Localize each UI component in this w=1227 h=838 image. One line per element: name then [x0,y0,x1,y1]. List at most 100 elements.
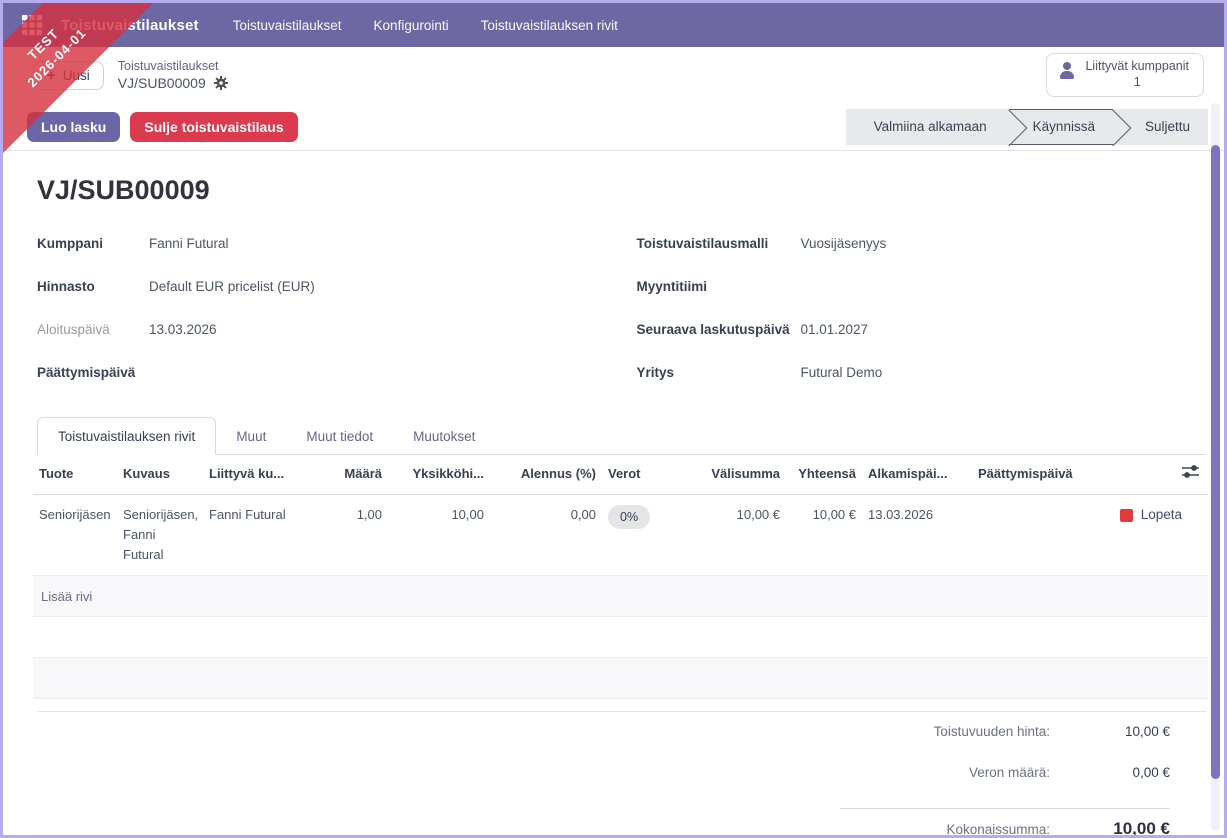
statusbar: Valmiina alkamaan Käynnissä Suljettu [845,108,1208,145]
tax-badge[interactable]: 0% [608,505,651,529]
app-window: Toistuvaistilaukset Toistuvaistilaukset … [0,0,1227,838]
stop-line-label: Lopeta [1140,507,1182,522]
col-header-tuote[interactable]: Tuote [33,455,117,493]
field-seuraava-laskutuspaiva-label: Seuraava laskutuspäivä [636,322,790,337]
grid-icon [22,15,42,35]
field-kumppani-value[interactable]: Fanni Futural [149,234,229,253]
col-header-verot[interactable]: Verot [602,455,690,493]
total-recurring-price-label: Toistuvuuden hinta: [933,724,1050,739]
field-hinnasto: Hinnasto Default EUR pricelist (EUR) [37,277,607,320]
total-tax-amount: Veron määrä: 0,00 € [840,765,1170,806]
control-panel: + Uusi Toistuvaistilaukset VJ/SUB00009 L… [3,47,1224,103]
field-toistuvaistilausmalli: Toistuvaistilausmalli Vuosijäsenyys [637,234,1207,277]
field-paattymispaiva: Päättymispäivä [37,363,607,406]
breadcrumb: Toistuvaistilaukset VJ/SUB00009 [118,58,228,92]
grand-total: Kokonaissumma: 10,00 € [840,808,1170,837]
cell-valisumma[interactable]: 10,00 € [690,495,786,535]
subscription-lines-table: Tuote Kuvaus Liittyvä ku... Määrä Yksikk… [33,455,1208,699]
field-seuraava-laskutuspaiva-value[interactable]: 01.01.2027 [801,320,869,339]
field-hinnasto-label: Hinnasto [37,279,95,294]
breadcrumb-parent-link[interactable]: Toistuvaistilaukset [118,58,228,74]
field-toistuvaistilausmalli-value[interactable]: Vuosijäsenyys [801,234,887,253]
menu-konfigurointi[interactable]: Konfigurointi [374,18,449,33]
grand-total-label: Kokonaissumma: [946,822,1050,837]
tab-muut-tiedot[interactable]: Muut tiedot [286,419,393,454]
total-tax-amount-value: 0,00 € [1132,765,1170,780]
field-myyntitiimi-label: Myyntitiimi [636,279,708,294]
col-header-liittyva[interactable]: Liittyvä ku... [203,455,300,493]
cell-paattymispaiva[interactable] [972,495,1090,515]
field-hinnasto-value[interactable]: Default EUR pricelist (EUR) [149,277,315,296]
tab-muutokset[interactable]: Muutokset [393,419,495,454]
total-recurring-price-value: 10,00 € [1124,724,1170,739]
apps-grid-icon[interactable] [19,12,45,38]
cell-alkamispaiva[interactable]: 13.03.2026 [862,495,972,535]
empty-row [33,617,1208,658]
stop-line-button[interactable]: Lopeta [1090,495,1208,535]
tab-toistuvaistilauksen-rivit[interactable]: Toistuvaistilauksen rivit [37,417,217,455]
field-aloituspaiva-label: Aloituspäivä [37,322,110,337]
col-header-kuvaus[interactable]: Kuvaus [117,455,203,493]
field-aloituspaiva-value[interactable]: 13.03.2026 [149,320,217,339]
cell-verot[interactable]: 0% [602,495,690,539]
table-row: Seniorijäsen Seniorijäsen, Fanni Futural… [33,495,1208,576]
cell-yhteensa[interactable]: 10,00 € [786,495,862,535]
scrollbar-thumb[interactable] [1211,145,1220,779]
top-navbar: Toistuvaistilaukset Toistuvaistilaukset … [3,3,1224,47]
field-myyntitiimi: Myyntitiimi [637,277,1207,320]
stop-square-icon [1119,508,1133,522]
create-invoice-button[interactable]: Luo lasku [27,111,121,142]
notebook-tabs: Toistuvaistilauksen rivit Muut Muut tied… [37,417,1206,455]
cell-tuote[interactable]: Seniorijäsen [33,495,117,535]
col-header-valisumma[interactable]: Välisumma [690,455,786,493]
status-step-kaynnissa-active[interactable]: Käynnissä [1008,108,1113,145]
col-header-yksikkohinta[interactable]: Yksikköhi... [388,455,490,493]
record-title: VJ/SUB00009 [37,175,210,205]
field-yritys: Yritys Futural Demo [637,363,1207,406]
menu-toistuvaistilauksen-rivit[interactable]: Toistuvaistilauksen rivit [481,18,618,33]
new-record-button[interactable]: + Uusi [33,60,104,90]
navbar-menus: Toistuvaistilaukset Konfigurointi Toistu… [233,18,618,33]
tab-muut[interactable]: Muut [216,419,286,454]
field-yritys-label: Yritys [636,365,675,380]
status-step-valmiina-alkamaan[interactable]: Valmiina alkamaan [860,109,1001,145]
form-sheet: VJ/SUB00009 Kumppani Fanni Futural Hinna… [3,151,1224,837]
breadcrumb-current: VJ/SUB00009 [117,75,206,92]
col-header-yhteensa[interactable]: Yhteensä [786,455,862,493]
field-kumppani-label: Kumppani [37,236,103,251]
person-icon [1059,62,1075,80]
plus-icon: + [47,66,56,84]
empty-row [33,658,1208,699]
table-header-row: Tuote Kuvaus Liittyvä ku... Määrä Yksikk… [33,455,1208,495]
col-header-alkamispaiva[interactable]: Alkamispäi... [862,455,972,493]
gear-icon[interactable] [213,76,228,91]
total-tax-amount-label: Veron määrä: [968,765,1050,780]
field-yritys-value[interactable]: Futural Demo [801,363,883,382]
menu-toistuvaistilaukset[interactable]: Toistuvaistilaukset [233,18,342,33]
close-subscription-button[interactable]: Sulje toistuvaistilaus [130,111,298,142]
cell-liittyva[interactable]: Fanni Futural [203,495,300,535]
totals-section: Toistuvuuden hinta: 10,00 € Veron määrä:… [37,711,1206,837]
total-recurring-price: Toistuvuuden hinta: 10,00 € [840,724,1170,765]
stat-button-value: 1 [1133,75,1141,89]
field-aloituspaiva: Aloituspäivä 13.03.2026 [37,320,607,363]
field-kumppani: Kumppani Fanni Futural [37,234,607,277]
cell-maara[interactable]: 1,00 [300,495,388,535]
status-step-suljettu[interactable]: Suljettu [1131,109,1204,145]
col-header-paattymispaiva[interactable]: Päättymispäivä [972,455,1090,493]
stat-button-label: Liittyvät kumppanit [1085,59,1189,74]
cell-kuvaus[interactable]: Seniorijäsen, Fanni Futural [117,495,203,575]
sliders-icon[interactable] [1182,464,1199,479]
cell-yksikkohinta[interactable]: 10,00 [388,495,490,535]
add-line-link[interactable]: Lisää rivi [33,576,1208,617]
new-record-label: Uusi [62,67,90,83]
field-paattymispaiva-label: Päättymispäivä [37,365,136,380]
field-seuraava-laskutuspaiva: Seuraava laskutuspäivä 01.01.2027 [637,320,1207,363]
related-partners-stat-button[interactable]: Liittyvät kumppanit 1 [1046,53,1204,97]
col-header-maara[interactable]: Määrä [300,455,388,493]
field-toistuvaistilausmalli-label: Toistuvaistilausmalli [636,236,769,251]
col-header-alennus[interactable]: Alennus (%) [490,455,602,493]
cell-alennus[interactable]: 0,00 [490,495,602,535]
action-bar: Luo lasku Sulje toistuvaistilaus Valmiin… [3,103,1224,151]
app-name[interactable]: Toistuvaistilaukset [61,17,199,34]
